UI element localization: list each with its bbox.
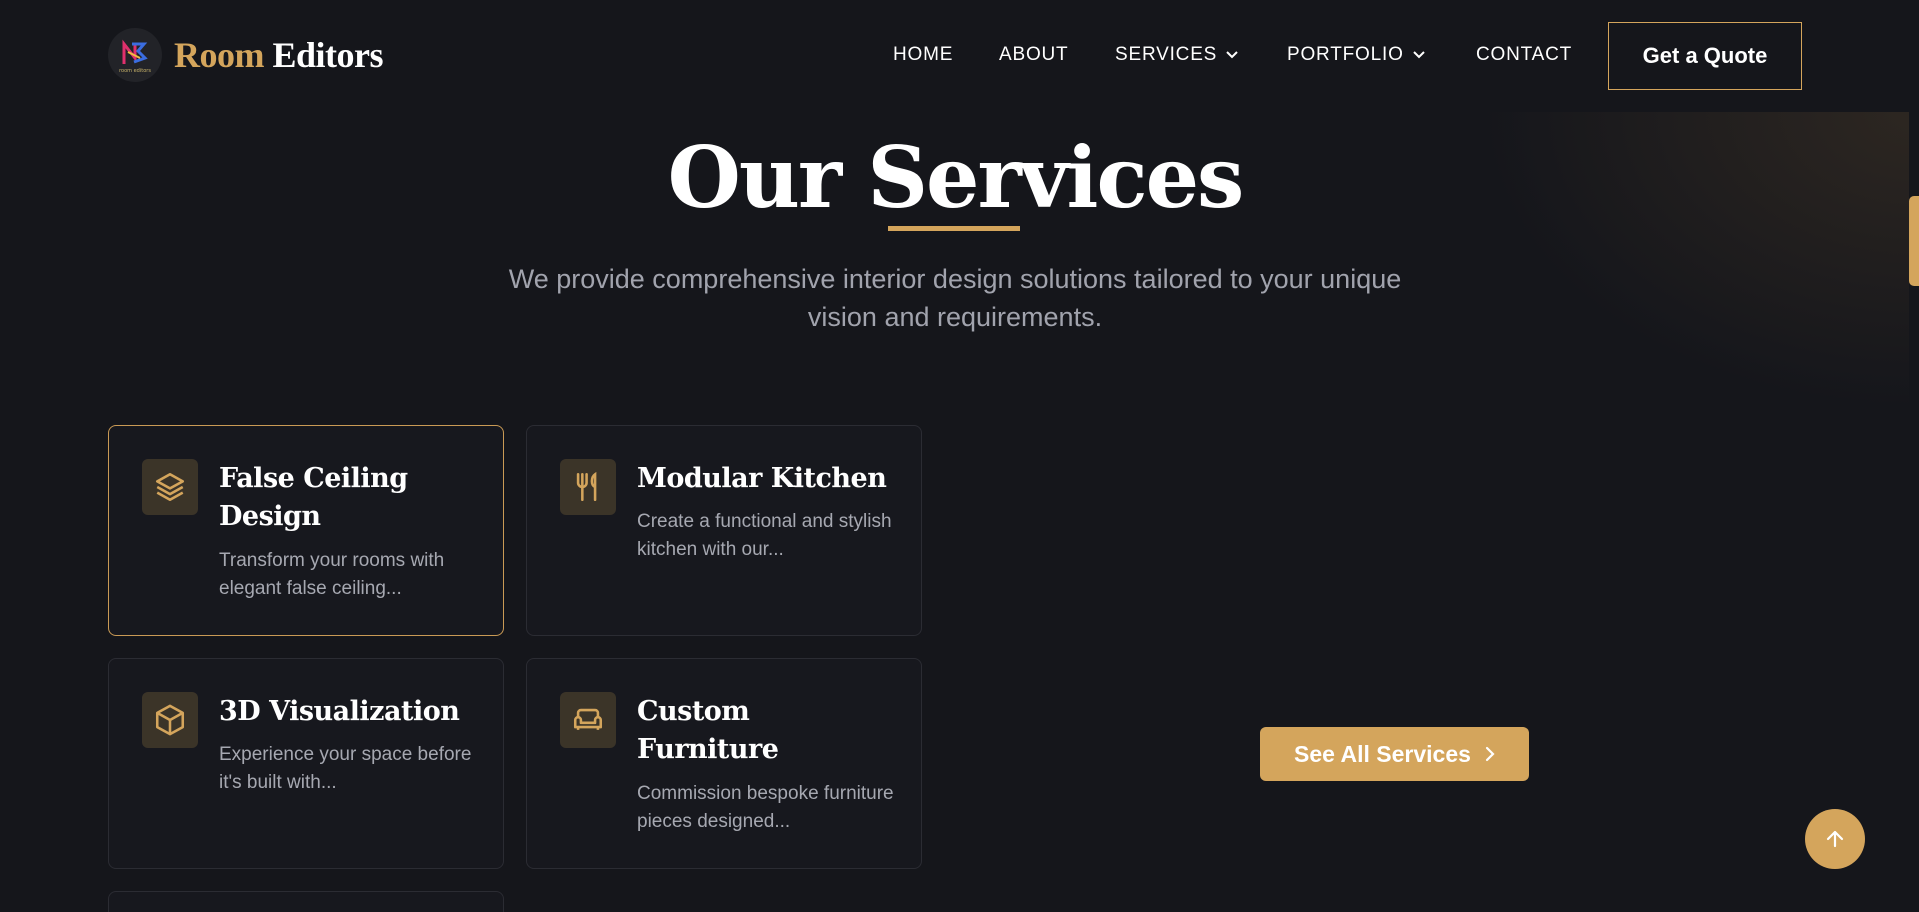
page-subtitle: We provide comprehensive interior design… bbox=[508, 264, 1402, 332]
site-header: room editors Room Editors HOME ABOUT SER… bbox=[0, 0, 1919, 112]
title-underline bbox=[888, 226, 1020, 231]
logo-text: Room Editors bbox=[174, 34, 384, 76]
nav-home-label: HOME bbox=[893, 44, 954, 65]
service-description: Experience your space before it's built … bbox=[219, 744, 472, 793]
layers-icon bbox=[142, 459, 198, 515]
nav-portfolio[interactable]: PORTFOLIO bbox=[1287, 44, 1426, 66]
service-description: Create a functional and stylish kitchen … bbox=[637, 511, 892, 560]
cube-icon bbox=[142, 692, 198, 748]
chevron-down-icon bbox=[1412, 51, 1425, 59]
service-title: Modular Kitchen bbox=[637, 463, 887, 494]
arrow-up-icon bbox=[1826, 830, 1844, 848]
service-description: Transform your rooms with elegant false … bbox=[219, 550, 445, 599]
get-quote-button[interactable]: Get a Quote bbox=[1608, 22, 1802, 90]
service-card-3d-visualization[interactable]: 3D Visualization Experience your space b… bbox=[108, 658, 504, 869]
scrollbar-thumb[interactable] bbox=[1909, 196, 1919, 286]
see-all-services-button[interactable]: See All Services bbox=[1260, 727, 1529, 781]
nav-about[interactable]: ABOUT bbox=[999, 44, 1068, 66]
nav-home[interactable]: HOME bbox=[893, 44, 953, 66]
nav-services-label: SERVICES bbox=[1115, 44, 1218, 65]
service-title: False Ceiling Design bbox=[219, 463, 408, 532]
svg-text:room editors: room editors bbox=[119, 68, 151, 74]
logo-word-room: Room bbox=[174, 35, 265, 75]
chevron-right-icon bbox=[1485, 746, 1495, 762]
nav-contact-label: CONTACT bbox=[1476, 44, 1573, 65]
service-card-false-ceiling[interactable]: False Ceiling Design Transform your room… bbox=[108, 425, 504, 636]
service-description: Commission bespoke furniture pieces desi… bbox=[637, 783, 894, 832]
nav-contact[interactable]: CONTACT bbox=[1476, 44, 1572, 66]
logo[interactable]: room editors Room Editors bbox=[108, 28, 384, 82]
nav-portfolio-label: PORTFOLIO bbox=[1287, 44, 1404, 65]
chevron-down-icon bbox=[1226, 51, 1238, 59]
nav-services[interactable]: SERVICES bbox=[1115, 44, 1239, 66]
scroll-to-top-button[interactable] bbox=[1805, 809, 1865, 869]
sofa-icon bbox=[560, 692, 616, 748]
service-card-modular-kitchen[interactable]: Modular Kitchen Create a functional and … bbox=[526, 425, 922, 636]
see-all-label: See All Services bbox=[1294, 740, 1471, 767]
page-title: Our Services bbox=[667, 128, 1245, 227]
logo-mark-icon: room editors bbox=[108, 28, 162, 82]
service-card-custom-furniture[interactable]: Custom Furniture Commission bespoke furn… bbox=[526, 658, 922, 869]
utensils-icon bbox=[560, 459, 616, 515]
service-title: 3D Visualization bbox=[219, 696, 460, 727]
logo-word-editors: Editors bbox=[272, 35, 384, 75]
nav-about-label: ABOUT bbox=[999, 44, 1069, 65]
service-card-partial[interactable] bbox=[108, 891, 504, 912]
service-title: Custom Furniture bbox=[637, 696, 779, 765]
